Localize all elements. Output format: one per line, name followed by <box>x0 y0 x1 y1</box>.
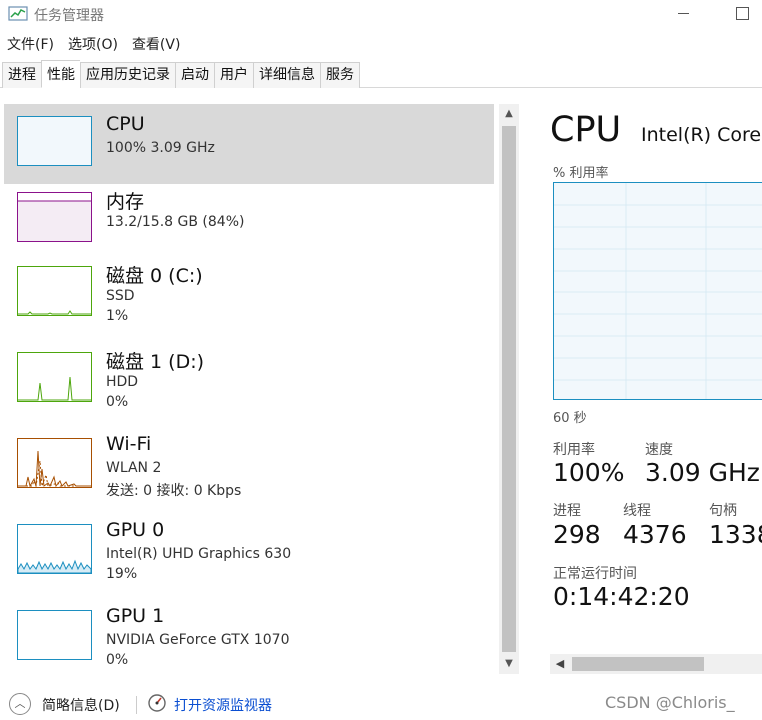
device-detail: NVIDIA GeForce GTX 1070 <box>106 632 290 648</box>
processes-label: 进程 <box>553 503 581 519</box>
device-usage: 0% <box>106 394 129 410</box>
footer-divider <box>136 696 137 714</box>
utilization-label: 利用率 <box>553 442 595 458</box>
device-name: 内存 <box>106 191 145 213</box>
threads-value: 4376 <box>623 520 687 549</box>
tab-users[interactable]: 用户 <box>214 62 253 88</box>
menu-file[interactable]: 文件(F) <box>0 34 61 56</box>
menu-view[interactable]: 查看(V) <box>125 34 188 56</box>
minimize-icon[interactable] <box>660 0 706 30</box>
utilization-value: 100% <box>553 458 625 487</box>
device-name: GPU 1 <box>106 605 165 627</box>
graph-bottom-label: 60 秒 <box>553 411 587 426</box>
device-item-disk-1[interactable]: 磁盘 1 (D:) HDD 0% <box>4 346 494 426</box>
horizontal-scrollbar-thumb[interactable] <box>572 657 704 671</box>
device-detail: 13.2/15.8 GB (84%) <box>106 214 245 230</box>
detail-horizontal-scrollbar[interactable]: ◀ <box>550 654 762 674</box>
fewer-details-button[interactable]: 简略信息(D) <box>42 695 120 715</box>
detail-title: CPU <box>550 110 622 150</box>
scroll-down-icon[interactable]: ▼ <box>499 654 519 674</box>
maximize-icon[interactable] <box>716 0 762 30</box>
scrollbar-thumb[interactable] <box>502 126 516 652</box>
handles-label: 句柄 <box>709 503 737 519</box>
device-item-gpu-1[interactable]: GPU 1 NVIDIA GeForce GTX 1070 0% <box>4 604 494 684</box>
window-title: 任务管理器 <box>34 8 104 24</box>
tab-processes[interactable]: 进程 <box>2 62 41 88</box>
tab-services[interactable]: 服务 <box>320 62 360 88</box>
device-usage: 0% <box>106 652 129 668</box>
device-throughput: 发送: 0 接收: 0 Kbps <box>106 483 242 499</box>
device-item-wifi[interactable]: Wi-Fi WLAN 2 发送: 0 接收: 0 Kbps <box>4 432 494 512</box>
uptime-label: 正常运行时间 <box>553 566 637 582</box>
wifi-thumbnail <box>17 438 92 488</box>
graph-top-label: % 利用率 <box>553 166 609 181</box>
handles-value: 1338 <box>709 520 762 549</box>
scroll-left-icon[interactable]: ◀ <box>550 654 570 674</box>
device-usage: 1% <box>106 308 129 324</box>
device-detail: 100% 3.09 GHz <box>106 140 215 156</box>
threads-label: 线程 <box>623 503 651 519</box>
speed-value: 3.09 GHz <box>645 458 760 487</box>
tab-bar: 进程 性能 应用历史记录 启动 用户 详细信息 服务 <box>0 60 762 88</box>
device-detail: SSD <box>106 288 135 304</box>
resource-monitor-icon[interactable] <box>147 693 167 713</box>
processes-value: 298 <box>553 520 601 549</box>
device-item-memory[interactable]: 内存 13.2/15.8 GB (84%) <box>4 186 494 266</box>
cpu-utilization-graph <box>553 182 762 400</box>
device-name: 磁盘 1 (D:) <box>106 351 205 373</box>
task-manager-icon <box>8 6 28 21</box>
menu-bar: 文件(F) 选项(O) 查看(V) <box>0 34 187 56</box>
tab-details[interactable]: 详细信息 <box>253 62 320 88</box>
device-list-scrollbar[interactable]: ▲ ▼ <box>499 104 519 674</box>
footer-bar: ︿ 简略信息(D) 打开资源监视器 CSDN @Chloris_ <box>0 690 762 720</box>
device-detail: HDD <box>106 374 139 390</box>
tab-performance[interactable]: 性能 <box>41 60 80 88</box>
gpu1-thumbnail <box>17 610 92 660</box>
device-name: GPU 0 <box>106 519 165 541</box>
gpu0-thumbnail <box>17 524 92 574</box>
device-name: 磁盘 0 (C:) <box>106 265 203 287</box>
uptime-value: 0:14:42:20 <box>553 582 690 611</box>
device-list: CPU 100% 3.09 GHz 内存 13.2/15.8 GB (84%) … <box>0 100 520 676</box>
device-name: Wi-Fi <box>106 433 152 455</box>
watermark-text: CSDN @Chloris_ <box>605 693 735 712</box>
open-resource-monitor-link[interactable]: 打开资源监视器 <box>174 695 272 715</box>
device-detail: WLAN 2 <box>106 460 162 476</box>
cpu-thumbnail <box>17 116 92 166</box>
menu-options[interactable]: 选项(O) <box>61 34 125 56</box>
device-item-gpu-0[interactable]: GPU 0 Intel(R) UHD Graphics 630 19% <box>4 518 494 598</box>
device-usage: 19% <box>106 566 138 582</box>
speed-label: 速度 <box>645 442 673 458</box>
device-item-disk-0[interactable]: 磁盘 0 (C:) SSD 1% <box>4 260 494 340</box>
cpu-model-name: Intel(R) Core <box>641 124 762 146</box>
disk0-thumbnail <box>17 266 92 316</box>
chevron-up-icon[interactable]: ︿ <box>9 693 31 715</box>
device-name: CPU <box>106 113 145 135</box>
disk1-thumbnail <box>17 352 92 402</box>
title-bar: 任务管理器 <box>0 0 762 30</box>
device-detail: Intel(R) UHD Graphics 630 <box>106 546 292 562</box>
memory-thumbnail <box>17 192 92 242</box>
tab-startup[interactable]: 启动 <box>175 62 214 88</box>
tab-app-history[interactable]: 应用历史记录 <box>80 62 175 88</box>
scroll-up-icon[interactable]: ▲ <box>499 104 519 124</box>
device-item-cpu[interactable]: CPU 100% 3.09 GHz <box>4 104 494 184</box>
